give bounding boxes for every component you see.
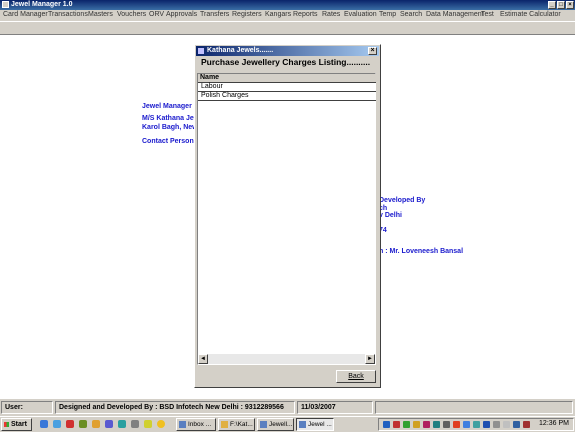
tray-display-icon[interactable] — [503, 421, 510, 428]
menu-test[interactable]: Test — [481, 11, 494, 18]
tray-antivirus-icon[interactable] — [393, 421, 400, 428]
tray-yellow-icon[interactable] — [413, 421, 420, 428]
tray-green-icon[interactable] — [403, 421, 410, 428]
task-jewell[interactable]: Jewell... — [257, 418, 294, 431]
bg-app-name: Jewel Manager — [142, 103, 192, 110]
windows-flag-icon — [4, 422, 9, 427]
smiley-icon[interactable] — [157, 420, 165, 428]
menu-kangars[interactable]: Kangars — [265, 11, 291, 18]
task-folder[interactable]: F:\Kat... — [218, 418, 255, 431]
menu-search[interactable]: Search — [400, 11, 422, 18]
tray-m-icon[interactable] — [423, 421, 430, 428]
clock[interactable]: 12:36 PM — [539, 420, 569, 427]
task-inbox-label: Inbox ... — [188, 421, 212, 428]
start-label: Start — [11, 421, 27, 428]
inbox-icon — [179, 421, 186, 428]
charges-grid[interactable]: Name Labour Polish Charges ◄ ► — [197, 73, 376, 365]
menu-bar: Card Manager Transactions Masters Vouche… — [0, 10, 575, 21]
bg-developer-city: v Delhi — [379, 212, 402, 219]
outlook-icon[interactable] — [53, 420, 61, 428]
grid-row[interactable]: Polish Charges — [198, 92, 376, 101]
dialog-title: Kathana Jewels....... — [207, 47, 274, 54]
quicklaunch-green-icon[interactable] — [79, 420, 87, 428]
grid-header-name[interactable]: Name — [198, 74, 376, 83]
grid-horizontal-scrollbar[interactable]: ◄ ► — [198, 354, 375, 364]
task-jewel-label: Jewel ... — [308, 421, 332, 428]
grid-header-label: Name — [200, 74, 220, 81]
bg-contact-person: Contact Person — [142, 138, 194, 145]
app-window-icon — [260, 421, 267, 428]
tray-grey-icon[interactable] — [443, 421, 450, 428]
status-developer: Designed and Developed By : BSD Infotech… — [55, 401, 295, 414]
scroll-right-icon[interactable]: ► — [365, 354, 375, 364]
dialog-title-bar: Kathana Jewels....... × — [196, 46, 379, 56]
menu-approvals[interactable]: Approvals — [166, 11, 197, 18]
grid-row[interactable]: Labour — [198, 83, 376, 92]
task-jewell-label: Jewell... — [269, 421, 293, 428]
scroll-left-icon[interactable]: ◄ — [198, 354, 208, 364]
menu-temp[interactable]: Temp — [379, 11, 396, 18]
menu-reports[interactable]: Reports — [293, 11, 318, 18]
quicklaunch-blue-icon[interactable] — [105, 420, 113, 428]
ie-icon[interactable] — [40, 420, 48, 428]
task-folder-label: F:\Kat... — [230, 421, 253, 428]
tray-orange-icon[interactable] — [453, 421, 460, 428]
back-button[interactable]: Back — [336, 370, 376, 383]
bg-developer-contact: n : Mr. Loveneesh Bansal — [379, 248, 464, 255]
dialog-heading: Purchase Jewellery Charges Listing......… — [201, 57, 371, 67]
app-title-bar: Jewel Manager 1.0 _ □ × — [0, 0, 575, 10]
quicklaunch-folder-icon[interactable] — [92, 420, 100, 428]
task-jewel-active[interactable]: Jewel ... — [296, 418, 334, 431]
grid-cell-name: Polish Charges — [201, 92, 249, 99]
menu-orv[interactable]: ORV — [149, 11, 164, 18]
quicklaunch-yellow-icon[interactable] — [144, 420, 152, 428]
menu-masters[interactable]: Masters — [88, 11, 113, 18]
close-button[interactable]: × — [566, 1, 574, 9]
status-user: User: — [1, 401, 53, 414]
status-empty-panel — [375, 401, 573, 414]
tray-b-icon[interactable] — [483, 421, 490, 428]
menu-transfers[interactable]: Transfers — [200, 11, 229, 18]
menu-estimate-calculator[interactable]: Estimate Calculator — [500, 11, 561, 18]
quicklaunch-red-icon[interactable] — [66, 420, 74, 428]
tray-sync-icon[interactable] — [513, 421, 520, 428]
quicklaunch-search-icon[interactable] — [118, 420, 126, 428]
dialog-icon — [198, 48, 204, 54]
grid-cell-name: Labour — [201, 83, 223, 90]
status-bar: User: Designed and Developed By : BSD In… — [0, 398, 575, 416]
dialog-close-button[interactable]: × — [368, 47, 377, 55]
bg-company-name: M/S Kathana Jev — [142, 115, 198, 122]
status-date: 11/03/2007 — [297, 401, 373, 414]
bg-developed-by: Developed By — [379, 197, 426, 204]
bg-company-address: Karol Bagh, New — [142, 124, 198, 131]
app-title: Jewel Manager 1.0 — [11, 1, 73, 8]
taskbar: Start Inbox ... F:\Kat... Jewell... Jewe… — [0, 416, 575, 432]
tray-speaker-icon[interactable] — [493, 421, 500, 428]
folder-icon — [221, 421, 228, 428]
system-tray: 12:36 PM — [378, 418, 574, 431]
menu-vouchers[interactable]: Vouchers — [117, 11, 146, 18]
maximize-button[interactable]: □ — [557, 1, 565, 9]
tray-teal-icon[interactable] — [433, 421, 440, 428]
toolbar-strip — [0, 21, 575, 35]
quicklaunch-media-icon[interactable] — [131, 420, 139, 428]
menu-evaluation[interactable]: Evaluation — [344, 11, 377, 18]
minimize-button[interactable]: _ — [548, 1, 556, 9]
app-window-icon — [299, 421, 306, 428]
menu-rates[interactable]: Rates — [322, 11, 340, 18]
tray-shield-icon[interactable] — [523, 421, 530, 428]
task-inbox[interactable]: Inbox ... — [176, 418, 216, 431]
menu-transactions[interactable]: Transactions — [48, 11, 88, 18]
menu-card-manager[interactable]: Card Manager — [3, 11, 48, 18]
tray-cyan-icon[interactable] — [473, 421, 480, 428]
charges-listing-dialog: Kathana Jewels....... × Purchase Jewelle… — [194, 44, 381, 388]
tray-blue-icon[interactable] — [463, 421, 470, 428]
menu-data-management[interactable]: Data Management — [426, 11, 484, 18]
menu-registers[interactable]: Registers — [232, 11, 262, 18]
start-button[interactable]: Start — [1, 418, 32, 431]
tray-network-icon[interactable] — [383, 421, 390, 428]
app-icon — [2, 1, 9, 8]
